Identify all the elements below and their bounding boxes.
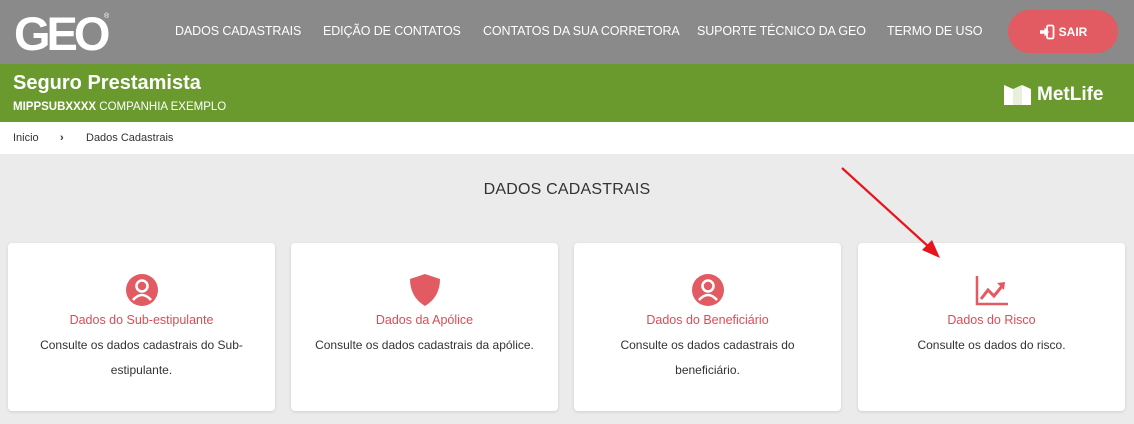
nav-contatos-corretora[interactable]: CONTATOS DA SUA CORRETORA: [483, 24, 680, 38]
nav-termo-uso[interactable]: TERMO DE USO: [887, 24, 982, 38]
svg-text:GEO: GEO: [14, 8, 109, 56]
logout-icon: [1039, 24, 1055, 39]
geo-logo[interactable]: GEO ®: [14, 8, 110, 56]
card-description: Consulte os dados cadastrais da apólice.: [315, 338, 534, 352]
card-title: Dados do Beneficiário: [646, 313, 769, 327]
user-circle-icon: [691, 274, 724, 306]
metlife-m-icon: [1004, 85, 1031, 105]
shield-icon: [409, 274, 440, 306]
insurer-name: MetLife: [1037, 84, 1104, 105]
card-title: Dados do Sub-estipulante: [69, 313, 214, 327]
trend-chart-icon: [975, 276, 1008, 306]
card-apolice[interactable]: Dados da Apólice Consulte os dados cadas…: [291, 243, 558, 411]
product-subtitle: MIPPSUBXXXX COMPANHIA EXEMPLO: [13, 101, 226, 113]
card-title: Dados do Risco: [947, 313, 1036, 327]
product-header: Seguro Prestamista MIPPSUBXXXX COMPANHIA…: [0, 64, 1134, 122]
top-navigation-bar: GEO ® DADOS CADASTRAIS EDIÇÃO DE CONTATO…: [0, 0, 1134, 64]
logout-button[interactable]: SAIR: [1008, 10, 1118, 53]
product-title: Seguro Prestamista: [13, 72, 201, 94]
company-name: COMPANHIA EXEMPLO: [99, 101, 227, 113]
card-description: Consulte os dados cadastrais do Sub-esti…: [40, 338, 243, 377]
card-description: Consulte os dados do risco.: [917, 338, 1066, 352]
policy-code: MIPPSUBXXXX: [13, 101, 97, 113]
breadcrumb-home[interactable]: Inicio: [13, 132, 39, 144]
card-title: Dados da Apólice: [375, 313, 474, 327]
breadcrumb-current: Dados Cadastrais: [86, 132, 174, 144]
nav-edicao-contatos[interactable]: EDIÇÃO DE CONTATOS: [323, 24, 461, 38]
breadcrumb-separator: ›: [60, 132, 64, 144]
nav-suporte-tecnico[interactable]: SUPORTE TÉCNICO DA GEO: [697, 24, 866, 38]
nav-dados-cadastrais[interactable]: DADOS CADASTRAIS: [175, 24, 301, 38]
card-risco[interactable]: Dados do Risco Consulte os dados do risc…: [858, 243, 1125, 411]
card-description: Consulte os dados cadastrais do benefici…: [620, 338, 795, 377]
card-sub-estipulante[interactable]: Dados do Sub-estipulante Consulte os dad…: [8, 243, 275, 411]
svg-text:®: ®: [104, 12, 110, 20]
user-circle-icon: [125, 274, 158, 306]
page-title: DADOS CADASTRAIS: [483, 181, 651, 198]
metlife-logo: MetLife: [1004, 83, 1104, 107]
card-beneficiario[interactable]: Dados do Beneficiário Consulte os dados …: [574, 243, 841, 411]
logout-label: SAIR: [1058, 24, 1088, 39]
breadcrumb: Inicio › Dados Cadastrais: [0, 122, 1134, 154]
